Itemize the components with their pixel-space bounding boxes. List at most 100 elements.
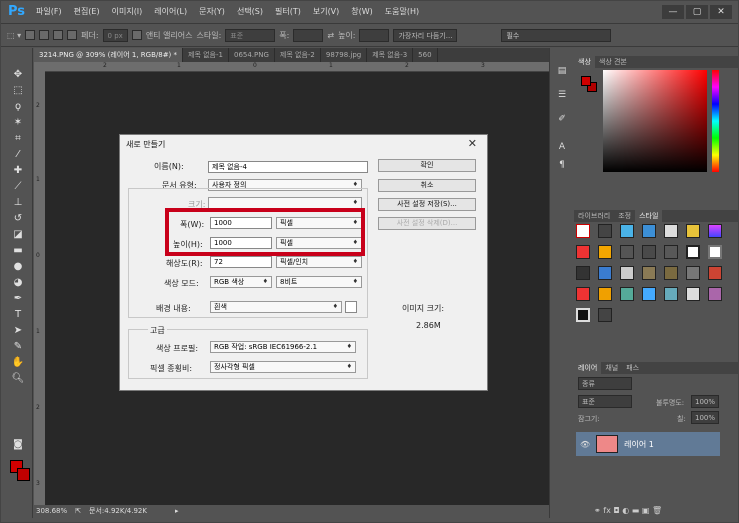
style-swatch[interactable]	[576, 287, 590, 301]
menu-type[interactable]: 문자(Y)	[193, 1, 231, 23]
brush-tool-icon[interactable]: ⟋	[10, 180, 26, 193]
tab-libraries[interactable]: 라이브러리	[574, 210, 614, 222]
menu-window[interactable]: 창(W)	[345, 1, 379, 23]
pen-tool-icon[interactable]: ✒	[10, 292, 26, 305]
style-swatch[interactable]	[620, 224, 634, 238]
type-tool-icon[interactable]: T	[10, 308, 26, 321]
style-select[interactable]: 표준	[225, 28, 276, 42]
background-color-swatch[interactable]	[345, 301, 357, 313]
history-brush-icon[interactable]: ↺	[10, 212, 26, 225]
clone-stamp-icon[interactable]: ⊥	[10, 196, 26, 209]
subtract-selection-icon[interactable]	[53, 30, 64, 40]
menu-image[interactable]: 이미지(I)	[106, 1, 149, 23]
style-swatch[interactable]	[686, 287, 700, 301]
tab-styles[interactable]: 스타일	[635, 210, 663, 222]
dodge-tool-icon[interactable]: ◕	[10, 276, 26, 289]
blend-mode-select[interactable]: 표준	[578, 395, 632, 408]
color-spectrum[interactable]	[603, 70, 707, 172]
style-swatch[interactable]	[664, 287, 678, 301]
style-swatch[interactable]	[664, 245, 678, 259]
style-swatch[interactable]	[598, 287, 612, 301]
fill-input[interactable]: 100%	[691, 411, 719, 424]
background-color-swatch[interactable]	[17, 468, 30, 481]
blur-tool-icon[interactable]: ●	[10, 260, 26, 273]
style-swatch[interactable]	[642, 266, 656, 280]
style-swatch[interactable]	[664, 224, 678, 238]
brush-panel-icon[interactable]: ✐	[555, 114, 569, 124]
height-input[interactable]	[359, 28, 390, 42]
tab-document-active[interactable]: 3214.PNG @ 309% (레이어 1, RGB/8#) *	[34, 48, 184, 62]
minimize-button[interactable]: —	[662, 5, 684, 19]
add-selection-icon[interactable]	[39, 30, 50, 40]
background-select[interactable]: 흰색	[210, 301, 342, 313]
marquee-tool-icon[interactable]: ⬚ ▾	[7, 31, 21, 40]
healing-brush-icon[interactable]: ✚	[10, 164, 26, 177]
path-select-icon[interactable]: ➤	[10, 324, 26, 337]
menu-file[interactable]: 파일(F)	[30, 1, 68, 23]
style-swatch[interactable]	[664, 266, 678, 280]
tab-document[interactable]: 제목 없음-2	[275, 48, 321, 62]
character-panel-icon[interactable]: A	[555, 142, 569, 152]
color-profile-select[interactable]: RGB 작업: sRGB IEC61966-2.1	[210, 341, 356, 353]
pixel-aspect-select[interactable]: 정사각형 픽셀	[210, 361, 356, 373]
style-swatch[interactable]	[576, 266, 590, 280]
name-input[interactable]: 제목 없음-4	[208, 161, 368, 173]
style-swatch[interactable]	[620, 287, 634, 301]
layer-name[interactable]: 레이어 1	[624, 439, 654, 450]
close-window-button[interactable]: ✕	[710, 5, 732, 19]
style-swatch[interactable]	[642, 287, 656, 301]
zoom-tool-icon[interactable]: 🔍︎	[10, 372, 26, 385]
style-swatch[interactable]	[642, 224, 656, 238]
gradient-tool-icon[interactable]: ▬	[10, 244, 26, 257]
menu-edit[interactable]: 편집(E)	[68, 1, 106, 23]
style-swatch[interactable]	[708, 266, 722, 280]
maximize-button[interactable]: ▢	[686, 5, 708, 19]
cancel-button[interactable]: 취소	[378, 179, 476, 192]
eyedropper-icon[interactable]: ⁄	[10, 148, 26, 161]
screen-mode-icon[interactable]	[10, 454, 26, 467]
properties-panel-icon[interactable]: ☰	[555, 90, 569, 100]
ok-button[interactable]: 확인	[378, 159, 476, 172]
tab-color[interactable]: 색상	[574, 56, 595, 68]
antialias-checkbox[interactable]	[131, 30, 142, 40]
swap-icon[interactable]: ⇄	[327, 31, 334, 40]
style-swatch[interactable]	[642, 245, 656, 259]
status-menu-icon[interactable]: ▸	[175, 505, 179, 518]
layer-filter-select[interactable]: 종류	[578, 377, 632, 390]
menu-filter[interactable]: 필터(T)	[269, 1, 307, 23]
style-swatch[interactable]	[708, 224, 722, 238]
foreground-swatch[interactable]	[581, 76, 591, 86]
close-icon[interactable]: ✕	[468, 137, 477, 150]
tab-layers[interactable]: 레이어	[574, 362, 602, 374]
eye-icon[interactable]: 👁︎	[580, 440, 590, 449]
bit-depth-select[interactable]: 8비트	[276, 276, 362, 288]
tab-paths[interactable]: 패스	[622, 362, 643, 374]
new-selection-icon[interactable]	[25, 30, 36, 40]
menu-view[interactable]: 보기(V)	[307, 1, 345, 23]
hand-tool-icon[interactable]: ✋	[10, 356, 26, 369]
zoom-level[interactable]: 308.68%	[36, 505, 67, 518]
lasso-tool-icon[interactable]: ϙ	[10, 100, 26, 113]
tab-document[interactable]: 0654.PNG	[229, 48, 275, 62]
menu-select[interactable]: 선택(S)	[231, 1, 269, 23]
eraser-tool-icon[interactable]: ◪	[10, 228, 26, 241]
history-panel-icon[interactable]: ▤	[555, 66, 569, 76]
quick-mask-icon[interactable]: ◙	[10, 438, 26, 451]
layer-footer-icons[interactable]: ⚭ fx ◘ ◐ ▬ ▣ 🗑︎	[594, 506, 662, 515]
tab-document[interactable]: 제목 없음-1	[183, 48, 229, 62]
magic-wand-icon[interactable]: ✶	[10, 116, 26, 129]
menu-help[interactable]: 도움말(H)	[379, 1, 425, 23]
style-swatch[interactable]	[598, 224, 612, 238]
feather-input[interactable]: 0 px	[102, 28, 128, 42]
width-input[interactable]	[293, 28, 324, 42]
export-icon[interactable]: ⇱	[75, 505, 81, 518]
style-swatch[interactable]	[686, 245, 700, 259]
paragraph-panel-icon[interactable]: ¶	[555, 160, 569, 170]
tab-channels[interactable]: 채널	[601, 362, 622, 374]
shape-tool-icon[interactable]: ✎	[10, 340, 26, 353]
opacity-input[interactable]: 100%	[691, 395, 719, 408]
style-swatch[interactable]	[598, 308, 612, 322]
color-mode-select[interactable]: RGB 색상	[210, 276, 272, 288]
style-swatch[interactable]	[576, 245, 590, 259]
style-swatch[interactable]	[620, 266, 634, 280]
